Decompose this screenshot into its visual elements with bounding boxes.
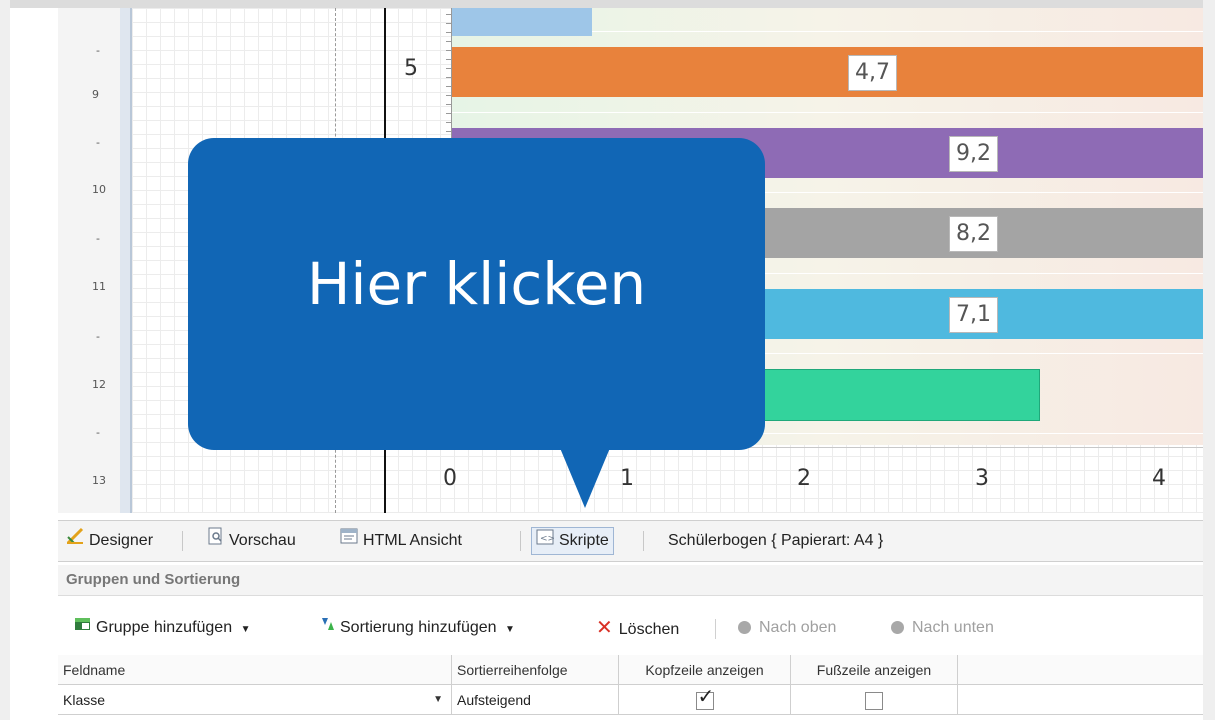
column-header-kopfzeile[interactable]: Kopfzeile anzeigen: [619, 655, 791, 685]
tab-skripte[interactable]: <> Skripte: [531, 527, 614, 555]
bar-data-label: 8,2: [949, 216, 998, 252]
tab-designer[interactable]: Designer: [66, 521, 153, 561]
ruler-label: 12: [92, 378, 106, 391]
chart-bar[interactable]: [452, 47, 1203, 97]
view-tab-strip: Designer Vorschau HTML Ansicht <> Skript…: [58, 520, 1203, 562]
groups-panel-title: Gruppen und Sortierung: [66, 571, 241, 588]
groups-toolbar: Gruppe hinzufügen ▼ Sortierung hinzufüge…: [58, 605, 1203, 651]
delete-label: Löschen: [618, 621, 680, 638]
ruler-label: 11: [92, 280, 106, 293]
tab-designer-label: Designer: [89, 532, 154, 550]
window-top-edge: [10, 0, 1215, 8]
y-tick-label: 5: [404, 56, 418, 81]
feldname-value: Klasse: [63, 692, 106, 708]
tab-separator: [182, 531, 183, 551]
dropdown-arrow-icon: ▼: [240, 624, 251, 636]
feldname-cell[interactable]: Klasse ▼: [58, 685, 452, 715]
script-icon: <>: [536, 528, 555, 554]
ruler-margin: [120, 8, 130, 513]
move-up-icon: [738, 621, 751, 635]
delete-x-icon: ✕: [596, 617, 613, 639]
ruler-label: -: [96, 136, 100, 149]
tab-html-label: HTML Ansicht: [363, 532, 462, 550]
chart-bar[interactable]: [452, 8, 592, 36]
toolbar-separator: [715, 619, 716, 639]
window-right-edge: [1203, 0, 1215, 720]
column-header-feldname[interactable]: Feldname: [58, 655, 452, 685]
bar-data-label: 4,7: [848, 55, 897, 91]
add-sort-label: Sortierung hinzufügen: [340, 619, 497, 637]
add-sort-button[interactable]: Sortierung hinzufügen ▼: [320, 605, 515, 651]
dropdown-arrow-icon: ▼: [505, 624, 515, 636]
ruler-label: 9: [92, 88, 99, 101]
ruler-label: 10: [92, 183, 106, 196]
ruler-label: -: [96, 426, 100, 439]
ruler-label: -: [96, 232, 100, 245]
document-info: Schülerbogen { Papierart: A4 }: [668, 532, 884, 549]
add-group-button[interactable]: Gruppe hinzufügen ▼: [74, 605, 250, 651]
groups-panel-header: Gruppen und Sortierung: [58, 565, 1203, 596]
checkmark-icon: ✓: [697, 686, 715, 709]
designer-icon: [66, 521, 84, 561]
report-designer-window: - 9 - 10 - 11 - 12 - 13 4,7 9,2 8,2 7,1 0 1 2 3…: [0, 0, 1215, 720]
x-tick-label: 0: [443, 466, 457, 491]
move-down-label: Nach unten: [912, 619, 994, 636]
add-group-icon: [74, 605, 92, 651]
fusszeile-checkbox[interactable]: [865, 692, 883, 711]
dropdown-arrow-icon[interactable]: ▼: [433, 685, 443, 715]
tab-separator: [643, 531, 644, 551]
move-down-button[interactable]: Nach unten: [891, 605, 994, 651]
sort-icon: [320, 605, 336, 651]
tab-html-ansicht[interactable]: HTML Ansicht: [340, 521, 462, 561]
ruler-label: -: [96, 330, 100, 343]
fusszeile-cell: [791, 685, 958, 715]
column-header-filler: [958, 655, 1203, 685]
add-group-label: Gruppe hinzufügen: [96, 619, 233, 637]
tab-separator: [520, 531, 521, 551]
html-view-icon: [340, 521, 358, 561]
sortierung-cell[interactable]: Aufsteigend: [452, 685, 619, 715]
x-tick-label: 2: [797, 466, 811, 491]
x-tick-label: 3: [975, 466, 989, 491]
tab-vorschau[interactable]: Vorschau: [208, 521, 296, 561]
row-filler: [958, 685, 1203, 715]
callout-text: Hier klicken: [306, 250, 647, 318]
bar-data-label: 7,1: [949, 297, 998, 333]
column-header-sortierreihenfolge[interactable]: Sortierreihenfolge: [452, 655, 619, 685]
bar-data-label: 9,2: [949, 136, 998, 172]
x-tick-label: 1: [620, 466, 634, 491]
delete-button[interactable]: ✕ Löschen: [596, 605, 679, 651]
window-left-edge: [0, 0, 10, 720]
tab-skripte-label: Skripte: [559, 532, 609, 550]
tab-vorschau-label: Vorschau: [229, 532, 296, 550]
kopfzeile-checkbox[interactable]: ✓: [695, 687, 714, 711]
plot-gridline: [452, 112, 1203, 113]
ruler-label: 13: [92, 474, 106, 487]
ruler-label: -: [96, 44, 100, 57]
kopfzeile-cell: ✓: [619, 685, 791, 715]
vertical-ruler: - 9 - 10 - 11 - 12 - 13: [58, 8, 121, 513]
move-up-label: Nach oben: [759, 619, 837, 636]
groups-table: Feldname Sortierreihenfolge Kopfzeile an…: [58, 655, 1203, 720]
move-down-icon: [891, 621, 904, 635]
svg-text:<>: <>: [540, 534, 554, 544]
column-header-fusszeile[interactable]: Fußzeile anzeigen: [791, 655, 958, 685]
callout-pointer: [560, 448, 610, 508]
x-tick-label: 4: [1152, 466, 1166, 491]
move-up-button[interactable]: Nach oben: [738, 605, 836, 651]
preview-icon: [208, 521, 224, 561]
